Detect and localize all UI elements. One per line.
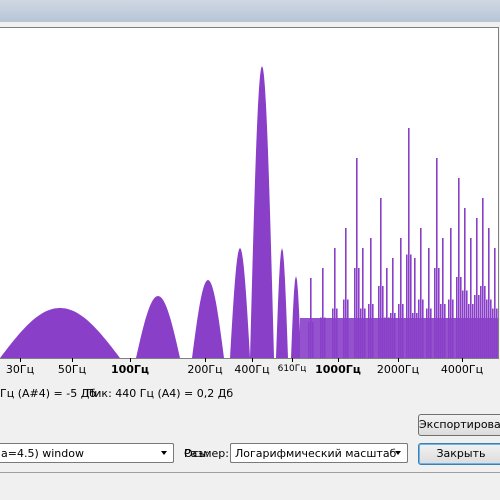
axis-tickmark: [130, 358, 131, 362]
axis-tickmark: [252, 358, 253, 362]
status-line: Гц (A#4) = -5 Дб Пик: 440 Гц (A4) = 0,2 …: [0, 385, 500, 403]
axis-tickmark: [398, 358, 399, 362]
cursor-readout: Гц (A#4) = -5 Дб: [0, 387, 97, 400]
spectrum-fill: [0, 66, 300, 358]
axis-tickmark: [292, 358, 293, 362]
export-button[interactable]: Экспортировать...: [418, 414, 500, 436]
axis-tickmark: [338, 358, 339, 362]
divider: [0, 472, 500, 473]
axis-tick-label: 100Гц: [110, 363, 150, 376]
window-function-value: a=4.5) window: [1, 447, 84, 460]
chevron-down-icon: [161, 451, 167, 455]
axis-tick-label: 200Гц: [187, 363, 223, 376]
axis-scale-select[interactable]: Логарифмический масштаб: [230, 443, 408, 463]
chevron-down-icon: [395, 451, 401, 455]
spectrum-spikes: [300, 128, 498, 358]
axis-tick-label: 30Гц: [5, 363, 35, 376]
axis-tick-label: 1000Гц: [315, 363, 361, 376]
axis-tickmark: [72, 358, 73, 362]
axis-tick-label: 50Гц: [57, 363, 87, 376]
axis-tick-label: 2000Гц: [376, 363, 420, 376]
axis-label: Ось:: [184, 447, 209, 460]
axis-tick-label: 610Гц: [277, 364, 307, 374]
axis-tickmark: [462, 358, 463, 362]
axis-scale-value: Логарифмический масштаб: [235, 447, 397, 460]
window-function-select[interactable]: a=4.5) window: [0, 443, 174, 463]
axis-tickmark: [20, 358, 21, 362]
spectrum-svg: [0, 66, 498, 358]
axis-tick-label: 4000Гц: [440, 363, 484, 376]
close-button[interactable]: Закрыть: [418, 443, 500, 465]
spectrum-plot[interactable]: [0, 27, 499, 359]
axis-tick-label: 400Гц: [234, 363, 270, 376]
peak-readout: Пик: 440 Гц (A4) = 0,2 Дб: [86, 387, 234, 400]
window-title-strip: [0, 0, 500, 22]
frequency-axis: 30Гц 50Гц 100Гц 200Гц 400Гц 610Гц 1000Гц 2000Гц…: [0, 358, 500, 380]
axis-tickmark: [205, 358, 206, 362]
